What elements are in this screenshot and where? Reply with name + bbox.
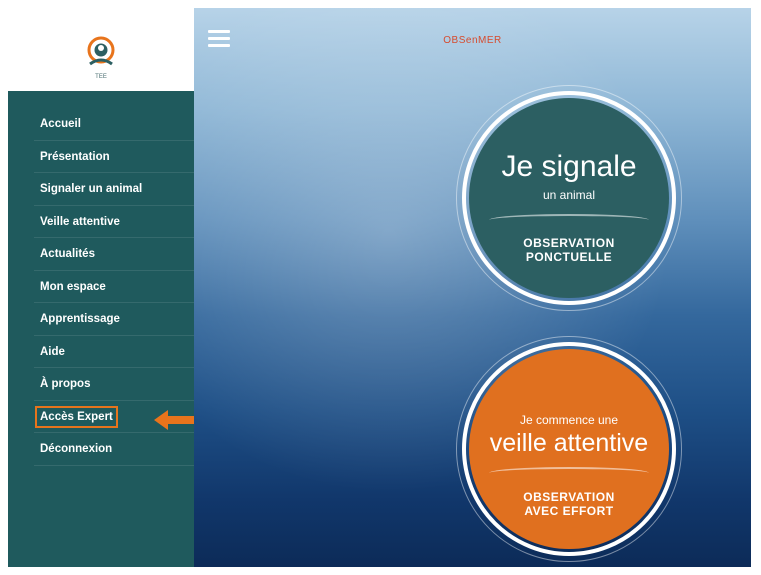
signal-subtitle: un animal bbox=[542, 188, 596, 202]
start-watch-button[interactable]: Je commence une veille attentive OBSERVA… bbox=[456, 336, 682, 562]
sidebar: TEE Accueil Présentation Signaler un ani… bbox=[8, 8, 194, 567]
menu-item-veille[interactable]: Veille attentive bbox=[34, 206, 194, 238]
logo-icon bbox=[87, 36, 115, 66]
menu-item-label: Accueil bbox=[40, 118, 81, 130]
signal-type-line1: OBSERVATION bbox=[523, 236, 615, 250]
main-area: OBSenMER Je signale un animal OBSERVATIO… bbox=[194, 8, 751, 567]
signal-type-line2: PONCTUELLE bbox=[525, 250, 613, 264]
signal-disc: Je signale un animal OBSERVATION PONCTUE… bbox=[469, 98, 669, 298]
watch-disc: Je commence une veille attentive OBSERVA… bbox=[469, 349, 669, 549]
app-screen: TEE Accueil Présentation Signaler un ani… bbox=[8, 8, 751, 567]
menu-item-label: Mon espace bbox=[40, 280, 106, 293]
swoosh-line bbox=[489, 214, 649, 226]
menu-item-label: Apprentissage bbox=[40, 313, 120, 325]
menu-item-deconnexion[interactable]: Déconnexion bbox=[34, 433, 194, 466]
menu-item-accueil[interactable]: Accueil bbox=[34, 108, 194, 141]
menu-item-label: Signaler un animal bbox=[40, 183, 143, 195]
menu-item-label: Accès Expert bbox=[35, 405, 118, 428]
menu-item-apprentissage[interactable]: Apprentissage bbox=[34, 303, 194, 336]
swoosh-line bbox=[489, 467, 649, 479]
menu-item-label: Aide bbox=[40, 345, 65, 358]
arrow-left-icon bbox=[154, 410, 198, 430]
menu-item-mon-espace[interactable]: Mon espace bbox=[34, 271, 194, 303]
menu-item-presentation[interactable]: Présentation bbox=[34, 141, 194, 173]
watch-type-line2: AVEC EFFORT bbox=[524, 504, 614, 518]
menu-item-actualites[interactable]: Actualités bbox=[34, 238, 194, 271]
watch-title: veille attentive bbox=[489, 429, 649, 457]
menu-item-a-propos[interactable]: À propos bbox=[34, 368, 194, 401]
menu-item-label: Actualités bbox=[40, 248, 95, 260]
menu-item-label: Déconnexion bbox=[40, 443, 113, 455]
signal-animal-button[interactable]: Je signale un animal OBSERVATION PONCTUE… bbox=[456, 85, 682, 311]
menu-item-label: Veille attentive bbox=[40, 215, 120, 228]
menu-item-signaler[interactable]: Signaler un animal bbox=[34, 173, 194, 206]
logo-area: TEE bbox=[8, 8, 194, 91]
menu-item-aide[interactable]: Aide bbox=[34, 336, 194, 368]
watch-type-line1: OBSERVATION bbox=[523, 490, 615, 504]
signal-title: Je signale bbox=[501, 150, 637, 183]
menu-item-label: À propos bbox=[40, 378, 91, 390]
watch-subtitle: Je commence une bbox=[519, 413, 619, 427]
menu-item-label: Présentation bbox=[40, 150, 110, 163]
logo-caption: TEE bbox=[95, 74, 107, 80]
app-title: OBSenMER bbox=[443, 35, 502, 46]
